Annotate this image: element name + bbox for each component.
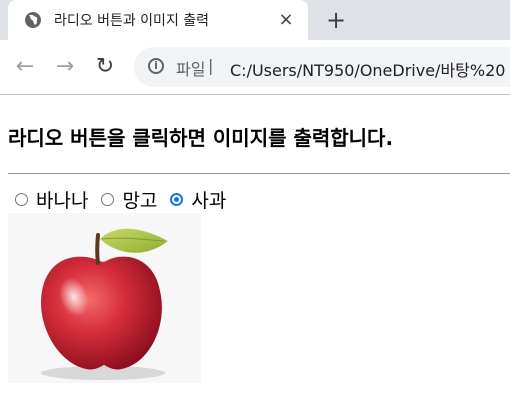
new-tab-button[interactable]: + [323,8,349,34]
active-tab[interactable]: 라디오 버튼과 이미지 출력 × [8,0,308,40]
globe-icon [24,11,42,29]
radio-mango[interactable] [101,192,115,206]
toolbar: ← → ↻ i 파일 | C:/Users/NT950/OneDrive/바탕%… [0,40,510,94]
forward-arrow-icon[interactable]: → [52,54,78,80]
radio-apple-label[interactable]: 사과 [191,186,226,213]
reload-icon[interactable]: ↻ [92,54,118,80]
address-bar[interactable]: i 파일 | C:/Users/NT950/OneDrive/바탕%20 [134,47,510,87]
radio-group: 바나나 망고 사과 [12,186,236,213]
radio-mango-label[interactable]: 망고 [122,186,157,213]
page-heading: 라디오 버튼을 클릭하면 이미지를 출력합니다. [8,126,394,150]
radio-banana-label[interactable]: 바나나 [36,186,88,213]
tab-title: 라디오 버튼과 이미지 출력 [54,13,210,29]
radio-apple[interactable] [170,192,184,206]
close-tab-icon[interactable]: × [276,10,296,30]
back-arrow-icon[interactable]: ← [12,54,38,80]
page-content: 라디오 버튼을 클릭하면 이미지를 출력합니다. 바나나 망고 사과 [0,94,510,416]
radio-banana[interactable] [15,192,28,206]
apple-image [8,213,201,383]
address-separator: | [208,56,214,75]
file-scheme-label: 파일 [176,60,206,79]
tab-strip: 라디오 버튼과 이미지 출력 × + [0,0,510,40]
info-icon[interactable]: i [148,58,164,74]
divider [8,173,510,174]
address-url[interactable]: C:/Users/NT950/OneDrive/바탕%20 [230,57,505,81]
browser-chrome: 라디오 버튼과 이미지 출력 × + ← → ↻ i 파일 | C:/Users… [0,0,510,94]
